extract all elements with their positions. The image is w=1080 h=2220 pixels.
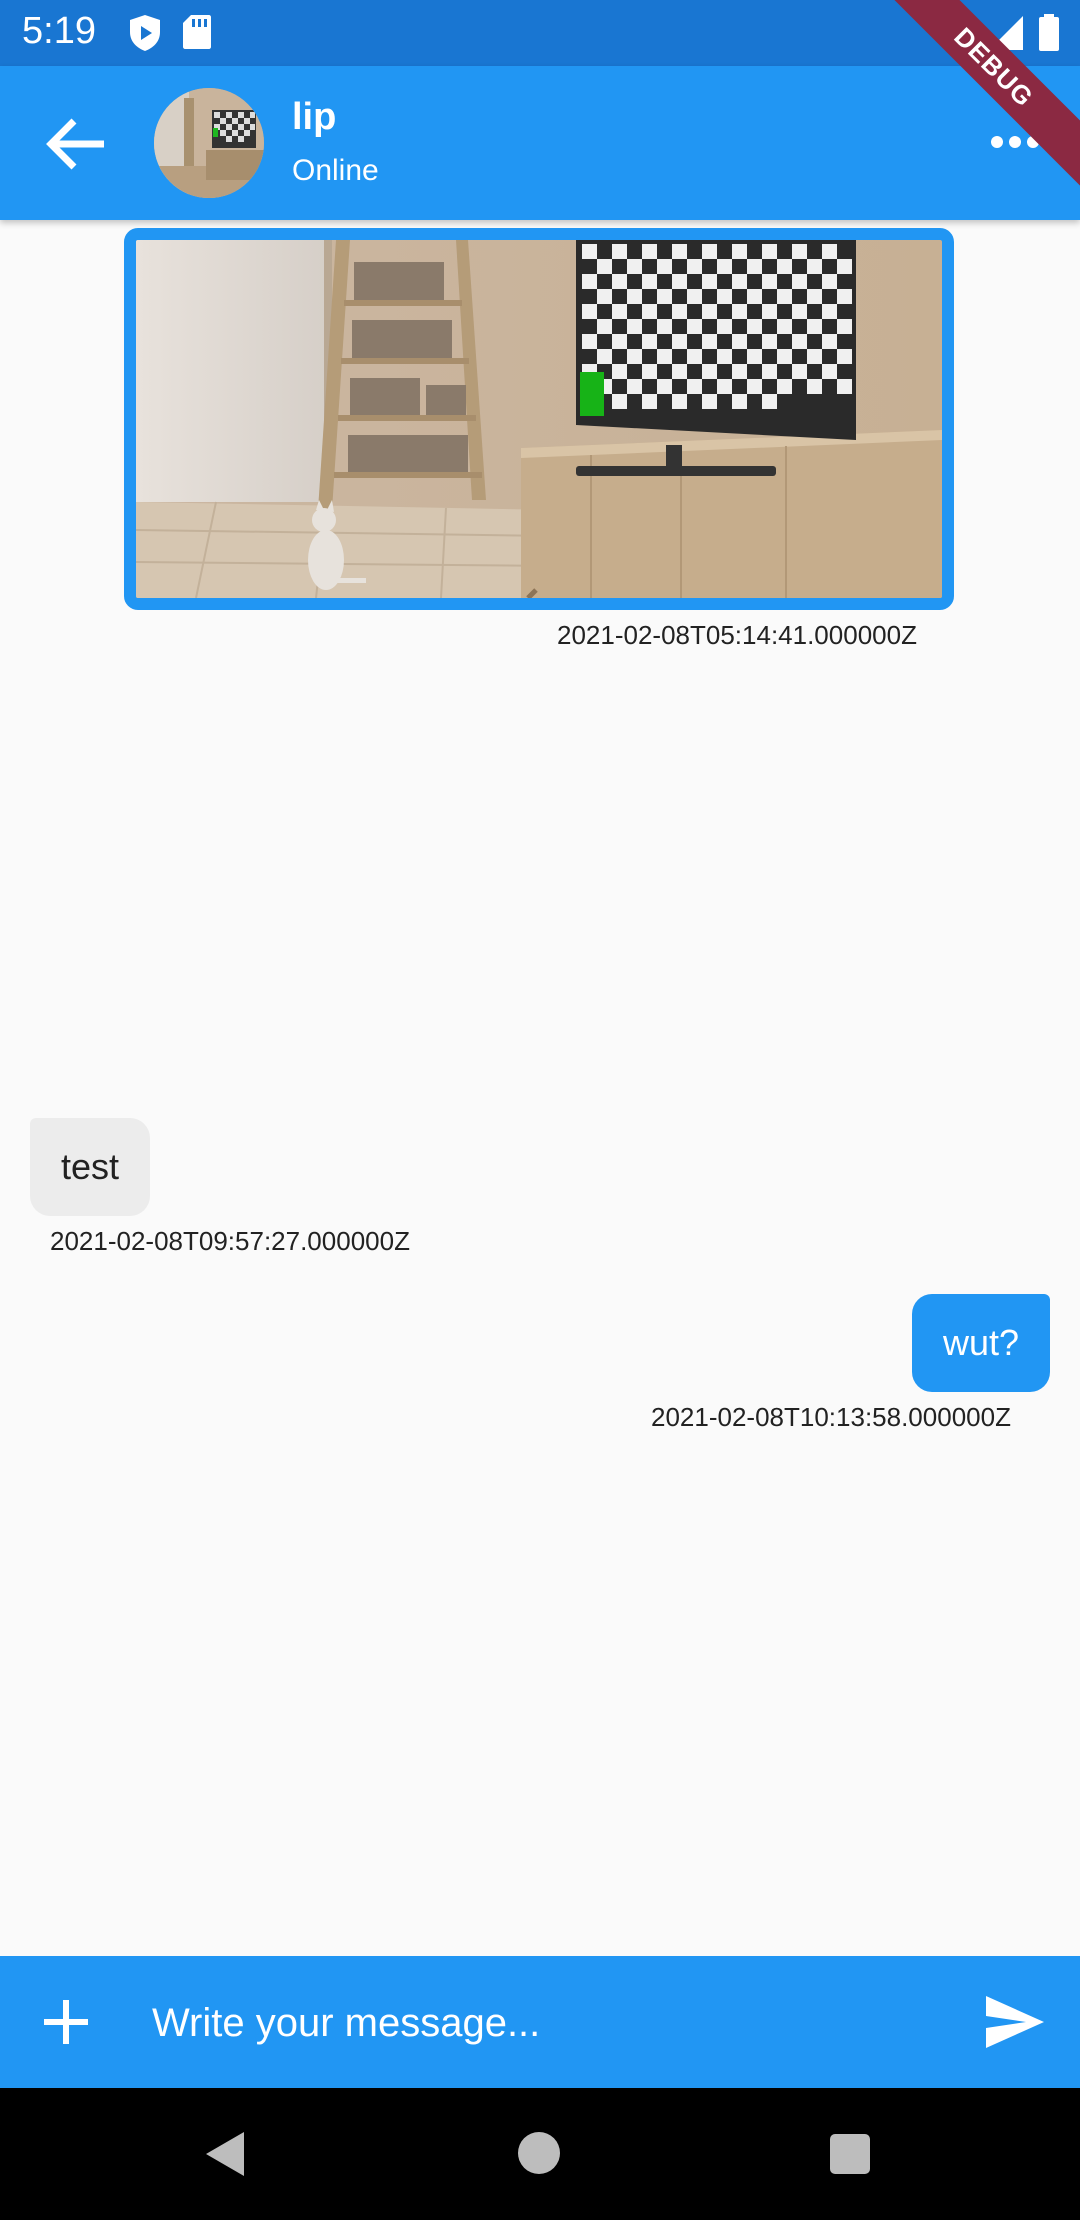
chat-header: lip Online: [0, 66, 1080, 220]
arrow-left-icon[interactable]: [44, 116, 110, 172]
image-message[interactable]: [124, 228, 954, 610]
back-triangle-icon[interactable]: [204, 2130, 246, 2178]
contact-status: Online: [292, 154, 379, 187]
system-nav-bar: [0, 2088, 1080, 2220]
recents-square-icon[interactable]: [830, 2134, 870, 2174]
message-input[interactable]: [150, 1986, 934, 2060]
outgoing-message-bubble[interactable]: wut?: [912, 1294, 1050, 1392]
status-time: 5:19: [22, 10, 96, 52]
sd-card-icon: [183, 15, 211, 49]
incoming-message-bubble[interactable]: test: [30, 1118, 150, 1216]
battery-icon: [1039, 14, 1059, 51]
plus-icon[interactable]: [40, 1996, 92, 2048]
send-icon[interactable]: [984, 1994, 1046, 2050]
image-message-photo: [136, 240, 942, 598]
shield-play-icon: [130, 15, 160, 51]
message-timestamp: 2021-02-08T05:14:41.000000Z: [557, 620, 917, 650]
message-composer: [0, 1956, 1080, 2088]
message-timestamp: 2021-02-08T10:13:58.000000Z: [651, 1402, 1011, 1432]
contact-name: lip: [292, 96, 337, 138]
home-circle-icon[interactable]: [518, 2132, 560, 2174]
avatar[interactable]: [154, 88, 264, 198]
message-timestamp: 2021-02-08T09:57:27.000000Z: [50, 1226, 410, 1256]
